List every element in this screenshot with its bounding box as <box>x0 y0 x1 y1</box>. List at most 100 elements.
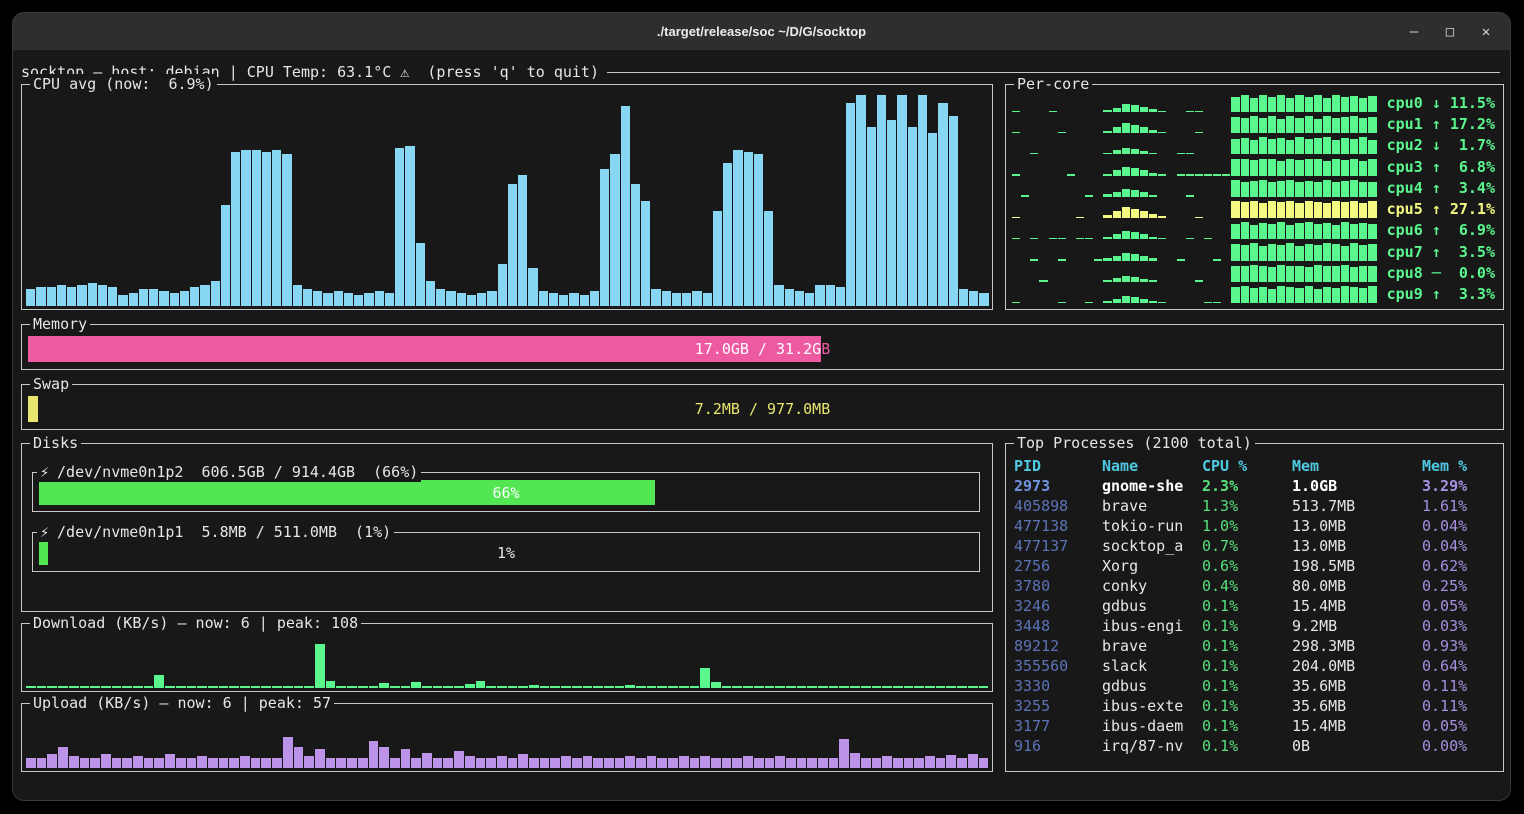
spark-bar <box>1332 266 1340 282</box>
spark-bar <box>326 758 336 768</box>
spark-bar <box>826 285 835 306</box>
process-cell: 0.93% <box>1422 636 1499 656</box>
spark-bar <box>364 293 373 306</box>
spark-bar <box>1049 238 1057 239</box>
spark-bar <box>486 758 496 768</box>
spark-bar <box>401 686 411 688</box>
process-cell: 0.7% <box>1202 536 1292 556</box>
spark-bar <box>1323 116 1331 133</box>
minimize-icon[interactable]: – <box>1404 22 1424 42</box>
core-label: cpu3 ↑ 6.8% <box>1387 157 1495 177</box>
spark-bar <box>58 686 68 688</box>
spark-bar <box>1113 150 1121 154</box>
spark-bar <box>1049 111 1057 112</box>
spark-bar <box>700 668 710 688</box>
upload-panel: Upload (KB/s) — now: 6 | peak: 57 <box>21 703 993 772</box>
spark-bar <box>272 686 282 688</box>
disk-icon: ⚡ <box>40 522 49 542</box>
upload-title: Upload (KB/s) — now: 6 | peak: 57 <box>30 693 334 713</box>
spark-bar <box>1332 225 1340 239</box>
spark-bar <box>1058 302 1066 303</box>
spark-bar <box>1231 180 1239 197</box>
spark-bar <box>90 758 100 768</box>
spark-bar <box>1368 182 1376 197</box>
spark-bar <box>108 287 117 306</box>
spark-bar <box>1231 159 1239 175</box>
core-row: cpu9 ↑ 3.3% <box>1012 284 1495 304</box>
spark-bar <box>1277 265 1285 282</box>
spark-bar <box>657 686 667 688</box>
spark-bar <box>1341 286 1349 303</box>
spark-bar <box>1259 137 1267 154</box>
spark-bar <box>1076 217 1084 218</box>
core-row: cpu3 ↑ 6.8% <box>1012 157 1495 177</box>
process-row: 405898brave1.3%513.7MB1.61% <box>1014 496 1499 516</box>
spark-bar <box>807 686 817 688</box>
spark-bar <box>1030 259 1038 260</box>
titlebar[interactable]: ./target/release/soc ~/D/G/socktop – □ ✕ <box>13 13 1510 50</box>
spark-bar <box>358 758 368 768</box>
processes-panel: Top Processes (2100 total) PIDNameCPU %M… <box>1005 443 1504 772</box>
spark-bar <box>326 681 336 688</box>
spark-bar <box>508 686 518 688</box>
spark-bar <box>1085 302 1093 303</box>
spark-bar <box>443 686 453 688</box>
core-row: cpu1 ↑ 17.2% <box>1012 114 1495 134</box>
spark-bar <box>1140 127 1148 133</box>
spark-bar <box>1295 95 1303 112</box>
disk-gauge: 66%66% <box>39 480 973 505</box>
spark-bar <box>774 285 783 306</box>
core-sparkline <box>1012 243 1377 261</box>
process-cell: Xorg <box>1102 556 1202 576</box>
process-cell: 0.05% <box>1422 716 1499 736</box>
spark-bar <box>98 285 107 306</box>
close-icon[interactable]: ✕ <box>1476 22 1496 42</box>
process-row: 355560slack0.1%204.0MB0.64% <box>1014 656 1499 676</box>
spark-bar <box>159 291 168 306</box>
disks-title: Disks <box>30 433 81 453</box>
spark-bar <box>647 686 657 688</box>
spark-bar <box>180 291 189 306</box>
process-cell: slack <box>1102 656 1202 676</box>
spark-bar <box>454 751 464 768</box>
spark-bar <box>1277 181 1285 197</box>
spark-bar <box>867 127 876 306</box>
spark-bar <box>1030 238 1038 239</box>
memory-gauge: 17.0GB / 31.2GB17.0GB / 31.2GB <box>28 336 1497 362</box>
spark-bar <box>1094 259 1102 260</box>
spark-bar <box>949 116 958 306</box>
spark-bar <box>508 184 517 306</box>
process-cell: 3448 <box>1014 616 1102 636</box>
spark-bar <box>1314 119 1322 133</box>
spark-bar <box>1231 139 1239 154</box>
process-cell: 0.1% <box>1202 636 1292 656</box>
spark-bar <box>122 686 132 688</box>
spark-bar <box>1259 223 1267 239</box>
process-cell: 1.3% <box>1202 496 1292 516</box>
spark-bar <box>936 758 946 768</box>
core-row: cpu4 ↑ 3.4% <box>1012 178 1495 198</box>
process-cell: gdbus <box>1102 596 1202 616</box>
spark-bar <box>797 758 807 768</box>
spark-bar <box>1186 111 1194 112</box>
spark-bar <box>1149 258 1157 260</box>
disk-gauge: 1%1% <box>39 540 973 565</box>
process-cell: 3177 <box>1014 716 1102 736</box>
spark-bar <box>1186 174 1194 176</box>
spark-bar <box>700 756 710 768</box>
spark-bar <box>1341 97 1349 112</box>
terminal-screen[interactable]: socktop — host: debian | CPU Temp: 63.1°… <box>13 50 1510 800</box>
spark-bar <box>385 293 394 306</box>
disk-box: ⚡ /dev/nvme0n1p2 606.5GB / 914.4GB (66%)… <box>32 472 980 512</box>
spark-bar <box>1241 95 1249 112</box>
spark-bar <box>1113 234 1121 239</box>
core-sparkline <box>1012 285 1377 303</box>
spark-bar <box>979 758 989 768</box>
spark-bar <box>139 289 148 306</box>
spark-bar <box>711 682 721 688</box>
process-cell: gdbus <box>1102 676 1202 696</box>
process-cell: 0.6% <box>1202 556 1292 576</box>
spark-bar <box>979 293 988 306</box>
spark-bar <box>1012 302 1020 303</box>
maximize-icon[interactable]: □ <box>1440 22 1460 42</box>
